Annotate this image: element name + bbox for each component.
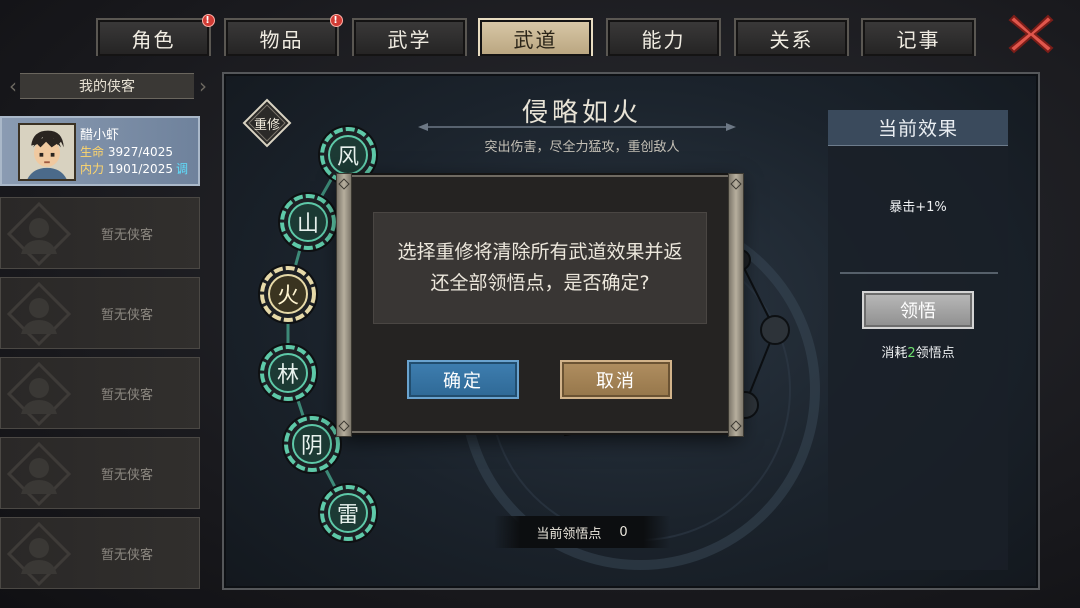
path-title: 侵略如火 — [521, 98, 642, 128]
path-node[interactable]: 林 — [268, 353, 308, 393]
points-value: 0 — [619, 524, 628, 540]
path-node[interactable]: 雷 — [328, 493, 368, 533]
effect-header: 当前效果 — [828, 110, 1008, 146]
cost-prefix: 消耗 — [881, 346, 908, 361]
path-node[interactable]: 火 — [268, 274, 308, 314]
effect-divider — [840, 272, 998, 274]
rebuild-button[interactable]: 重修 — [242, 98, 292, 148]
cost-suffix: 领悟点 — [915, 346, 955, 361]
points-label: 当前领悟点 — [536, 526, 602, 542]
insight-points-bar: 当前领悟点 0 — [494, 516, 670, 548]
cost-value: 2 — [907, 346, 916, 361]
path-description: 突出伤害，尽全力猛攻，重创敌人 — [484, 140, 680, 155]
confirm-button[interactable]: 确定 — [407, 360, 519, 399]
comprehend-button[interactable]: 领悟 — [862, 291, 974, 329]
rebuild-label: 重修 — [253, 117, 280, 133]
dialog-rail-right — [728, 173, 744, 437]
locked-node-icon — [760, 315, 790, 345]
dialog-message: 选择重修将清除所有武道效果并返还全部领悟点，是否确定? — [373, 212, 707, 324]
path-node[interactable]: 阴 — [292, 424, 332, 464]
path-node[interactable]: 风 — [328, 135, 368, 175]
effect-panel — [828, 110, 1008, 570]
effect-text: 暴击+1% — [889, 200, 947, 215]
cost-text: 消耗2领悟点 — [828, 342, 1008, 361]
dialog-rail-left — [336, 173, 352, 437]
cancel-button[interactable]: 取消 — [560, 360, 672, 399]
path-node[interactable]: 山 — [288, 202, 328, 242]
